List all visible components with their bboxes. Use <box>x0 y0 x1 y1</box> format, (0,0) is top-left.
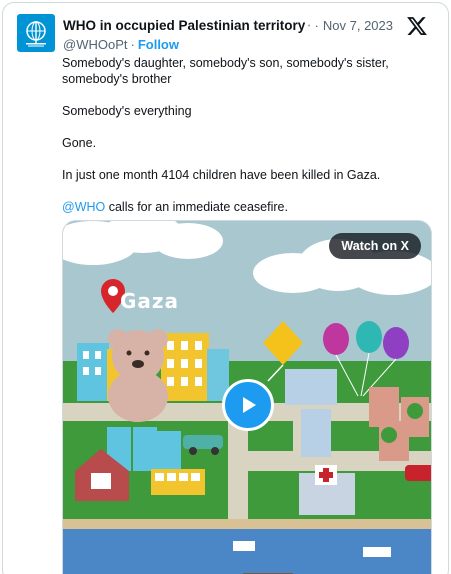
post-text-line: Gone. <box>62 136 97 150</box>
post-subheader: @WHOoPt · Follow <box>63 35 179 53</box>
user-handle[interactable]: @WHOoPt <box>63 37 127 52</box>
video-player[interactable]: Gaza Watch on X <box>62 220 432 574</box>
handle-separator: · <box>130 36 135 52</box>
post-text-line: @WHO calls for an immediate ceasefire. <box>62 199 432 215</box>
post-header: WHO in occupied Palestinian territory · … <box>63 15 393 35</box>
display-name[interactable]: WHO in occupied Palestinian territory <box>63 18 305 33</box>
who-logo-icon <box>26 21 46 47</box>
play-button[interactable] <box>222 379 274 431</box>
post-text-line: Somebody's daughter, somebody's son, som… <box>62 56 389 86</box>
mention-link[interactable]: @WHO <box>62 200 105 214</box>
post-card[interactable]: WHO in occupied Palestinian territory · … <box>2 2 449 574</box>
post-text: Somebody's daughter, somebody's son, som… <box>62 55 432 231</box>
watch-on-x-button[interactable]: Watch on X <box>329 233 421 259</box>
post-text-rest: calls for an immediate ceasefire. <box>105 200 288 214</box>
post-date[interactable]: Nov 7, 2023 <box>323 18 393 33</box>
map-label: Gaza <box>120 289 180 313</box>
verified-badge-icon <box>308 23 311 27</box>
play-icon <box>243 397 256 413</box>
post-text-line: In just one month 4104 children have bee… <box>62 168 381 182</box>
header-separator: · <box>314 17 319 33</box>
avatar[interactable] <box>17 14 55 52</box>
post-text-line: Somebody's everything <box>62 104 192 118</box>
follow-button[interactable]: Follow <box>138 37 179 52</box>
x-logo-icon[interactable] <box>406 15 428 37</box>
